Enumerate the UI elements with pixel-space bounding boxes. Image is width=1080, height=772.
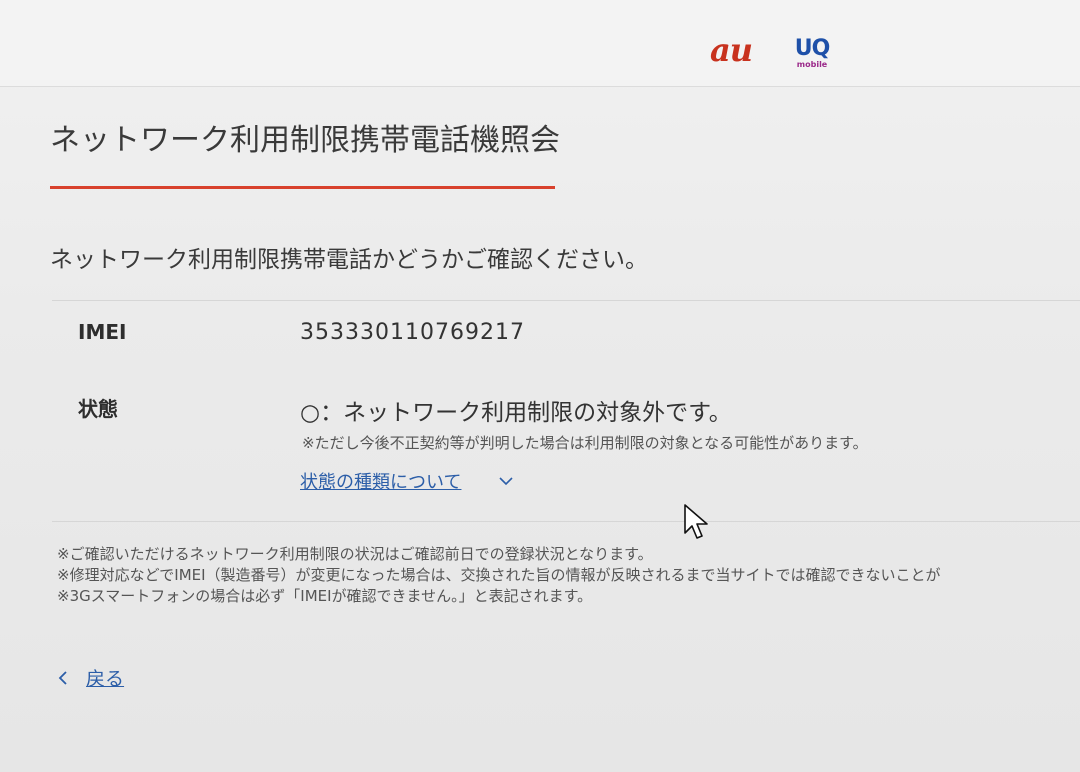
chevron-down-icon[interactable] <box>497 472 515 490</box>
title-underline <box>50 186 555 189</box>
uq-mobile-logo[interactable]: UQ mobile <box>790 38 834 69</box>
screen: au UQ mobile ネットワーク利用制限携帯電話機照会 ネットワーク利用制… <box>0 0 1080 772</box>
imei-label: IMEI <box>78 320 127 344</box>
site-header: au UQ mobile <box>0 0 1080 87</box>
mouse-cursor-icon <box>684 504 708 539</box>
uq-logo-subtext: mobile <box>796 60 828 69</box>
notes-list: ※ご確認いただけるネットワーク利用制限の状況はご確認前日での登録状況となります。… <box>57 544 1080 607</box>
status-note: ※ただし今後不正契約等が判明した場合は利用制限の対象となる可能性があります。 <box>302 434 868 452</box>
note-item: ※ご確認いただけるネットワーク利用制限の状況はご確認前日での登録状況となります。 <box>57 545 653 563</box>
status-label: 状態 <box>78 397 118 421</box>
chevron-left-icon <box>58 670 67 685</box>
back-link[interactable]: 戻る <box>56 664 124 691</box>
imei-value: 353330110769217 <box>300 320 525 345</box>
uq-logo-text: UQ <box>794 36 831 61</box>
note-item: ※3Gスマートフォンの場合は必ず「IMEIが確認できません。」と表記されます。 <box>57 587 593 605</box>
back-link-label: 戻る <box>86 668 125 690</box>
note-item: ※修理対応などでIMEI（製造番号）が変更になった場合は、交換された旨の情報が反… <box>57 566 941 584</box>
page-title: ネットワーク利用制限携帯電話機照会 <box>50 123 560 158</box>
status-types-link[interactable]: 状態の種類について <box>300 468 461 494</box>
au-logo[interactable]: au <box>710 34 753 66</box>
instruction-text: ネットワーク利用制限携帯電話かどうかご確認ください。 <box>50 247 648 273</box>
status-value: ○：ネットワーク利用制限の対象外です。 <box>300 400 732 426</box>
